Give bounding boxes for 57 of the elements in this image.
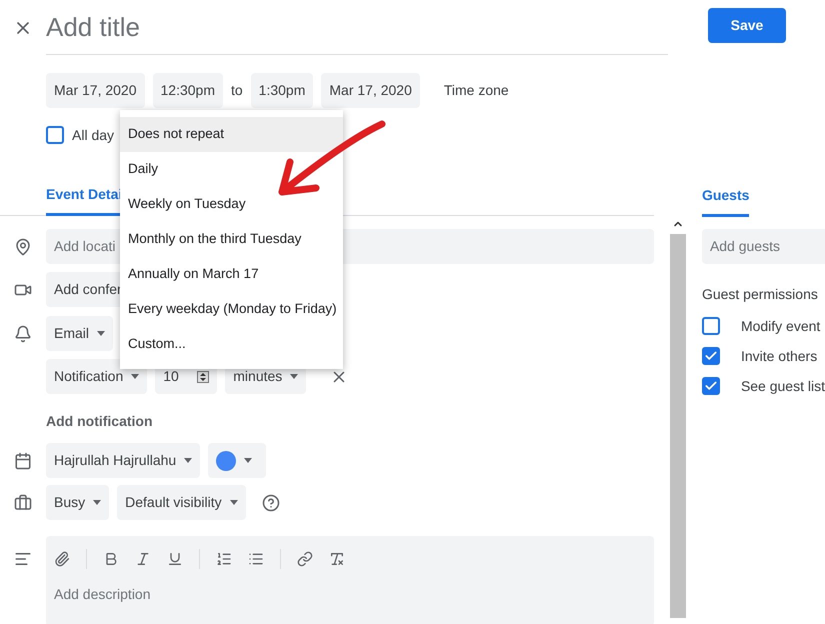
caret-icon (131, 374, 140, 379)
calendar-icon (14, 452, 32, 470)
repeat-option[interactable]: Every weekday (Monday to Friday) (120, 292, 343, 327)
permission-label: Modify event (740, 316, 820, 336)
repeat-option[interactable]: Custom... (120, 327, 343, 362)
permission-label: See guest list (740, 376, 825, 396)
caret-icon (230, 500, 238, 505)
to-label: to (230, 81, 243, 100)
calendar-select[interactable]: Hajrullah Hajrullahu (46, 443, 200, 478)
start-date-field[interactable]: Mar 17, 2020 (46, 73, 144, 108)
description-icon (14, 550, 32, 568)
description-field[interactable]: Add description (46, 536, 654, 624)
start-time-field[interactable]: 12:30pm (152, 73, 223, 108)
repeat-option[interactable]: Weekly on Tuesday (120, 187, 343, 222)
caret-icon (97, 331, 106, 336)
permission-label: Invite others (740, 346, 818, 366)
check-icon (704, 379, 718, 393)
scrollbar[interactable] (670, 218, 686, 618)
repeat-option[interactable]: Does not repeat (120, 117, 343, 152)
title-field[interactable]: Add title (46, 8, 140, 46)
end-date-field[interactable]: Mar 17, 2020 (321, 73, 420, 108)
repeat-option[interactable]: Daily (120, 152, 343, 187)
attachment-icon[interactable] (54, 551, 70, 567)
all-day-label: All day (72, 126, 114, 145)
description-placeholder: Add description (54, 585, 152, 604)
italic-icon[interactable] (135, 551, 151, 567)
underline-icon[interactable] (167, 551, 183, 567)
bulleted-list-icon[interactable] (248, 551, 264, 567)
stepper-icon[interactable] (197, 370, 210, 382)
end-time-field[interactable]: 1:30pm (250, 73, 314, 108)
availability-select[interactable]: Busy (46, 485, 110, 520)
check-icon (704, 349, 718, 363)
save-button[interactable]: Save (708, 8, 786, 43)
permission-checkbox[interactable] (702, 347, 720, 365)
numbered-list-icon[interactable] (216, 551, 232, 567)
permission-checkbox[interactable] (702, 317, 720, 335)
add-notification-link[interactable]: Add notification (46, 411, 153, 432)
briefcase-icon (14, 494, 32, 512)
location-pin-icon (14, 238, 32, 256)
guest-permissions-heading: Guest permissions (702, 285, 819, 304)
all-day-checkbox[interactable] (46, 126, 64, 144)
clear-formatting-icon[interactable] (329, 551, 345, 567)
notification-method-select[interactable]: Email (46, 316, 114, 351)
link-icon[interactable] (297, 551, 313, 567)
caret-icon (93, 500, 102, 505)
permission-checkbox[interactable] (702, 377, 720, 395)
bell-icon (14, 324, 32, 342)
notification-type-select[interactable]: Notification (46, 359, 148, 394)
guests-tab[interactable]: Guests (702, 185, 750, 217)
add-guests-field[interactable]: Add guests (702, 229, 825, 264)
help-icon[interactable] (262, 494, 280, 512)
caret-icon (184, 458, 192, 463)
event-color-select[interactable] (208, 443, 266, 478)
caret-icon (244, 458, 252, 463)
time-zone-link[interactable]: Time zone (444, 80, 509, 101)
visibility-select[interactable]: Default visibility (117, 485, 246, 520)
caret-icon (290, 374, 298, 379)
